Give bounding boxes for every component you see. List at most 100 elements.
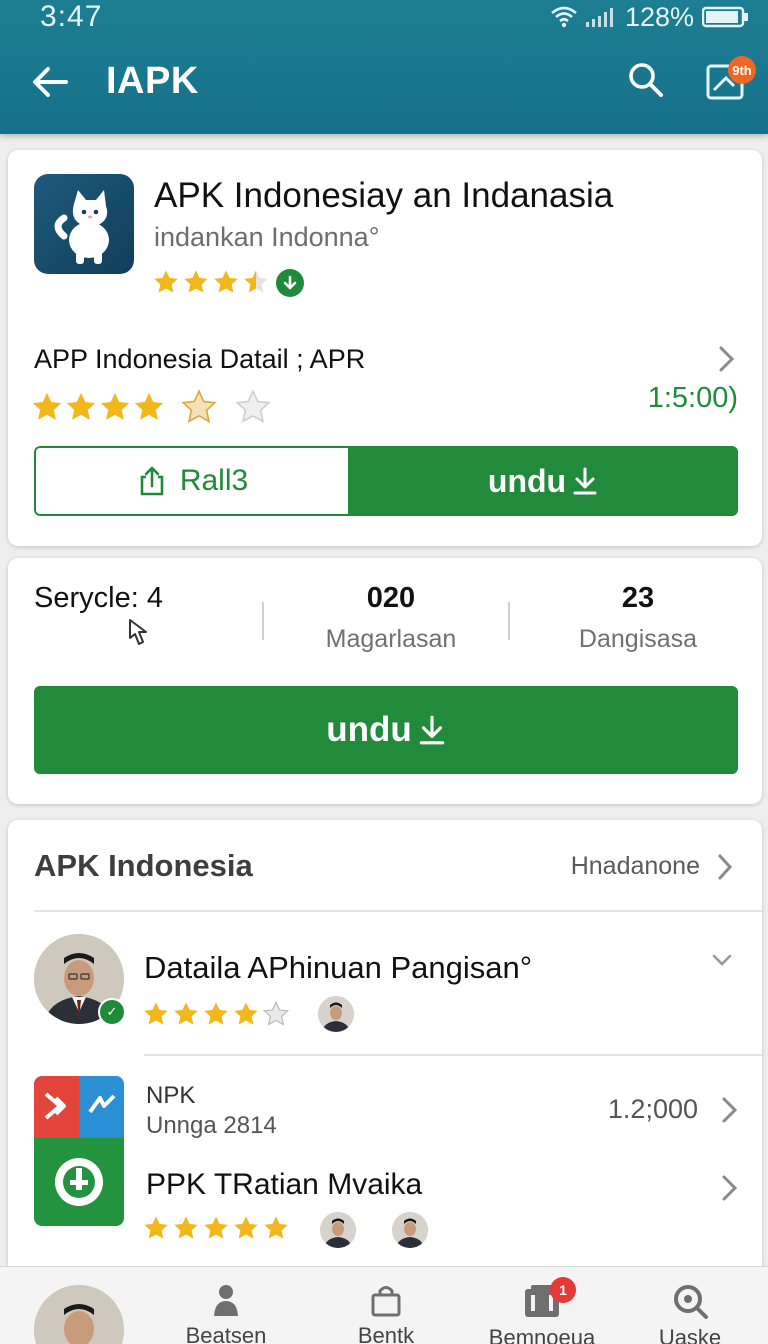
star-icon (264, 1216, 288, 1239)
row3-rating (142, 1214, 290, 1242)
nav-badge: 1 (550, 1277, 576, 1303)
share-action-button[interactable]: Rall3 (34, 446, 348, 516)
download-button[interactable]: undu (348, 446, 738, 516)
nav-label: Bentk (357, 1323, 415, 1344)
divider (34, 910, 762, 912)
stat-cycle-label: Serycle: 4 (34, 582, 163, 614)
action-button-row: Rall3 undu (34, 446, 738, 516)
star-icon (144, 1002, 168, 1025)
status-icons: 128% (551, 2, 750, 32)
chevron-down-icon (712, 954, 732, 966)
battery-icon (702, 6, 748, 28)
star-icon (204, 1216, 228, 1239)
pointer-cursor-icon (124, 616, 158, 652)
row1-title[interactable]: Dataila APhinuan Pangisan° (144, 950, 532, 986)
person-photo-icon (320, 1212, 356, 1248)
search-button[interactable] (626, 60, 666, 100)
row2-title: NPK (146, 1082, 196, 1109)
chevron-right-icon (722, 1097, 738, 1123)
star-icon (204, 1002, 228, 1025)
row3-title[interactable]: PPK TRatian Mvaika (146, 1168, 422, 1202)
cat-icon (54, 190, 109, 264)
star-icon (234, 1216, 258, 1239)
star-outline-icon (262, 1000, 289, 1026)
detail-rating (30, 388, 272, 426)
star-icon (214, 270, 238, 293)
verified-badge: ✓ (98, 998, 126, 1026)
star-icon (174, 1002, 198, 1025)
person-icon (214, 1285, 238, 1316)
app-title: IAPK (106, 60, 199, 102)
bag-icon (371, 1286, 401, 1317)
mini-avatar (318, 996, 354, 1032)
bottom-navigation: Beatsen Bentk 1 Bemnoeua Uaske (0, 1266, 768, 1344)
star-icon (100, 392, 130, 420)
app-list-card: APK Indonesia Hnadanone ✓ Dataila APhinu… (8, 820, 762, 1266)
star-icon (174, 1216, 198, 1239)
chevron-right-icon (722, 1175, 738, 1201)
mini-avatar (320, 1212, 356, 1248)
detail-title[interactable]: APP Indonesia Datail ; APR (34, 344, 365, 375)
stat-dangisasa-value: 23 (621, 582, 655, 614)
star-icon (66, 392, 96, 420)
nav-item-bentk[interactable]: Bentk (326, 1283, 446, 1344)
row2-subtitle: Unnga 2814 (146, 1112, 277, 1139)
download-large-button[interactable]: undu (34, 686, 738, 774)
nav-label: Uaske (658, 1325, 722, 1344)
stat-divider (262, 602, 264, 640)
app-logo-icon (34, 1076, 124, 1226)
stats-card: Serycle: 4 020 Magarlasan 23 Dangisasa u… (8, 558, 762, 804)
app-subtitle: indankan Indonna° (154, 222, 380, 252)
list-more-label: Hnadanone (570, 852, 700, 880)
arrow-left-icon (33, 67, 68, 97)
star-half-icon (244, 270, 268, 293)
row2-chevron-button[interactable] (720, 1096, 740, 1124)
download-arrow-icon (283, 275, 297, 290)
nav-item-bemnoeua[interactable]: 1 Bemnoeua (482, 1277, 602, 1344)
back-button[interactable] (28, 60, 72, 104)
battery-percent: 128% (624, 1, 694, 32)
list-title: APK Indonesia (34, 848, 253, 883)
divider (144, 1054, 762, 1056)
star-icon (234, 1002, 258, 1025)
app-rating (152, 268, 270, 296)
share-action-label: Rall3 (179, 464, 249, 497)
row2-value: 1.2;000 (607, 1094, 698, 1124)
star-icon (154, 270, 178, 293)
person-photo-icon (392, 1212, 428, 1248)
stat-cycle: Serycle: 4 (34, 582, 163, 615)
person-photo-icon (34, 1285, 124, 1344)
signal-icon (585, 8, 613, 27)
list-more-link[interactable]: Hnadanone (571, 852, 734, 881)
app-icon[interactable] (34, 174, 134, 274)
download-button-label: undu (487, 462, 567, 499)
star-icon (32, 392, 62, 420)
download-icon (573, 467, 597, 495)
detail-chevron-button[interactable] (712, 344, 740, 374)
nav-item-uaske[interactable]: Uaske (630, 1283, 750, 1344)
nav-label: Bemnoeua (488, 1325, 596, 1344)
stat-dangisasa: 23 Dangisasa (534, 582, 742, 654)
star-outline-icon (181, 389, 217, 423)
status-time: 3:47 (40, 0, 103, 33)
app-name: APK Indonesiay an Indanasia (154, 176, 614, 215)
download-icon (419, 715, 445, 745)
row1-rating (142, 1000, 290, 1028)
nav-label: Beatsen (185, 1323, 267, 1344)
app-bar: 3:47 128% IAPK 9th (0, 0, 768, 134)
search-icon (629, 63, 663, 97)
star-empty-icon (235, 389, 271, 423)
app-card: APK Indonesiay an Indanasia indankan Ind… (8, 150, 762, 546)
mini-avatar (392, 1212, 428, 1248)
row3-chevron-button[interactable] (720, 1174, 740, 1202)
nav-item-beatsen[interactable]: Beatsen (166, 1283, 286, 1344)
stat-dangisasa-label: Dangisasa (578, 625, 698, 653)
share-upload-icon (140, 466, 164, 496)
row1-expand-button[interactable] (710, 950, 734, 970)
chevron-right-icon (718, 854, 733, 879)
app-tile-icon[interactable] (34, 1076, 124, 1226)
notification-badge[interactable]: 9th (728, 56, 756, 84)
chevron-right-icon (719, 346, 735, 372)
download-large-label: undu (326, 710, 412, 749)
profile-avatar[interactable] (34, 1285, 124, 1344)
